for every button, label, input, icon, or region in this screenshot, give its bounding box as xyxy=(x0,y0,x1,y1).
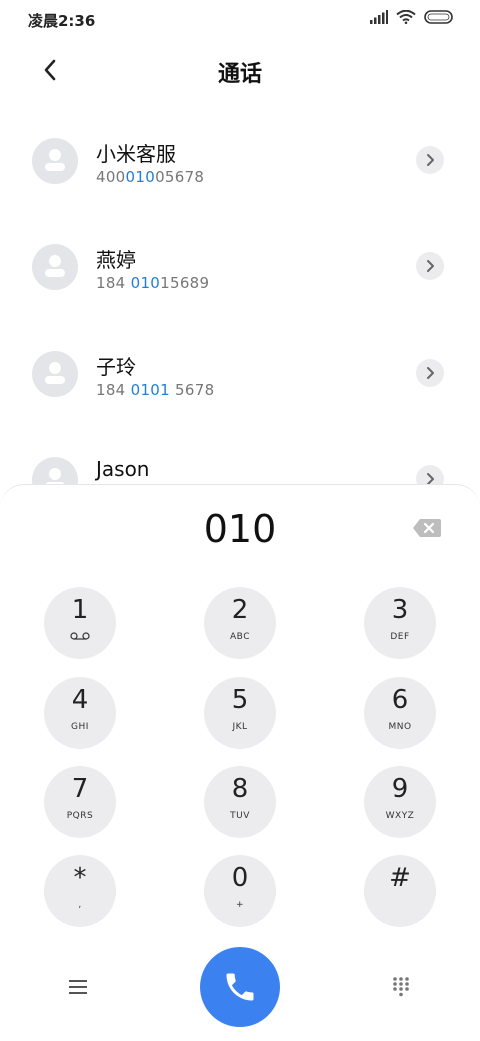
contact-item[interactable]: 子玲 184 0101 5678 xyxy=(0,343,480,433)
contact-name: 子玲 xyxy=(96,355,136,379)
key-9[interactable]: 9 WXYZ xyxy=(364,766,436,838)
key-digit: # xyxy=(389,863,411,893)
key-letters: JKL xyxy=(232,722,248,732)
dialer-panel: 010 1 2 ABC 3 DEF 4 GHI 5 JKL 6 MNO 7 PQ… xyxy=(0,484,480,1041)
dialer-bottom-bar xyxy=(0,945,480,1029)
avatar xyxy=(32,138,78,184)
key-8[interactable]: 8 TUV xyxy=(204,766,276,838)
contact-detail-button[interactable] xyxy=(416,146,444,174)
contact-number: 184 01015689 xyxy=(96,274,210,292)
avatar xyxy=(32,351,78,397)
key-digit: 8 xyxy=(231,774,249,804)
key-7[interactable]: 7 PQRS xyxy=(44,766,116,838)
status-time: 凌晨2:36 xyxy=(28,12,96,30)
key-digit: 1 xyxy=(71,595,89,625)
person-icon xyxy=(45,362,65,384)
page-title: 通话 xyxy=(217,62,262,87)
key-star[interactable]: * , xyxy=(44,855,116,927)
key-0[interactable]: 0 + xyxy=(204,855,276,927)
key-letters: , xyxy=(78,900,82,910)
contact-name: Jason xyxy=(96,457,150,481)
key-digit: 5 xyxy=(231,685,249,715)
key-letters: ABC xyxy=(230,632,250,642)
key-letters: DEF xyxy=(390,632,410,642)
menu-icon xyxy=(69,980,87,994)
key-digit: 9 xyxy=(391,774,409,804)
key-letters: GHI xyxy=(71,722,89,732)
contact-name: 燕婷 xyxy=(96,248,136,272)
contact-number: 40001005678 xyxy=(96,168,205,186)
key-letters: MNO xyxy=(388,722,412,732)
contact-detail-button[interactable] xyxy=(416,252,444,280)
key-4[interactable]: 4 GHI xyxy=(44,677,116,749)
key-digit: * xyxy=(73,863,87,893)
key-1[interactable]: 1 xyxy=(44,587,116,659)
avatar xyxy=(32,244,78,290)
contact-number: 184 0101 5678 xyxy=(96,381,215,399)
menu-button[interactable] xyxy=(66,975,90,999)
call-button[interactable] xyxy=(200,947,280,1027)
key-digit: 7 xyxy=(71,774,89,804)
key-hash[interactable]: # xyxy=(364,855,436,927)
chevron-right-icon xyxy=(427,367,434,379)
key-digit: 0 xyxy=(231,863,249,893)
key-letters: TUV xyxy=(230,811,250,821)
battery-icon xyxy=(424,10,453,24)
wifi-icon xyxy=(396,10,416,24)
signal-icon xyxy=(370,10,388,24)
key-2[interactable]: 2 ABC xyxy=(204,587,276,659)
key-5[interactable]: 5 JKL xyxy=(204,677,276,749)
contact-item[interactable]: 燕婷 184 01015689 xyxy=(0,236,480,326)
key-digit: 3 xyxy=(391,595,409,625)
chevron-right-icon xyxy=(427,260,434,272)
status-icons xyxy=(370,10,454,24)
key-digit: 6 xyxy=(391,685,409,715)
person-icon xyxy=(45,255,65,277)
backspace-button[interactable] xyxy=(412,517,442,539)
key-6[interactable]: 6 MNO xyxy=(364,677,436,749)
key-digit: 2 xyxy=(231,595,249,625)
key-3[interactable]: 3 DEF xyxy=(364,587,436,659)
keypad-toggle-button[interactable] xyxy=(389,975,413,999)
dialpad-icon xyxy=(393,977,409,997)
key-letters: + xyxy=(235,900,245,910)
key-letters: PQRS xyxy=(66,811,94,821)
dialed-number[interactable]: 010 xyxy=(0,507,480,551)
contact-detail-button[interactable] xyxy=(416,359,444,387)
header: 通话 xyxy=(0,40,480,100)
key-digit: 4 xyxy=(71,685,89,715)
person-icon xyxy=(45,149,65,171)
chevron-right-icon xyxy=(427,154,434,166)
backspace-icon xyxy=(413,519,441,537)
voicemail-icon xyxy=(70,632,90,640)
phone-icon xyxy=(226,973,254,1001)
status-bar: 凌晨2:36 xyxy=(0,0,480,40)
key-letters: WXYZ xyxy=(385,811,415,821)
contact-name: 小米客服 xyxy=(96,142,176,166)
contact-item[interactable]: 小米客服 40001005678 xyxy=(0,130,480,220)
